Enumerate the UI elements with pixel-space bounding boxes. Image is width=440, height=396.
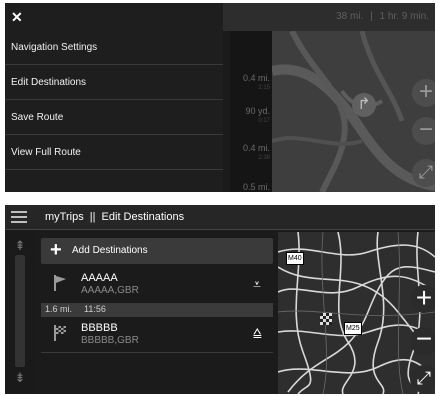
app-name: myTrips [45, 211, 84, 223]
route-menu-panel: ✕ Navigation Settings Edit Destinations … [5, 3, 223, 192]
eta-distance: 38 mi. [336, 11, 364, 22]
turn-distance: 0.4 mi. 2:15 [232, 73, 270, 93]
destination-subtitle: BBBBB,GBR [81, 335, 139, 346]
close-icon[interactable]: ✕ [11, 10, 25, 24]
eta-divider: | [370, 11, 373, 22]
menu-item-navigation-settings[interactable]: Navigation Settings [5, 31, 223, 65]
turn-distance-time: 0:17 [258, 118, 270, 124]
turn-distance-value: 0.5 mi. [242, 182, 270, 192]
plus-icon: + [50, 239, 62, 261]
turn-distance-value: 0.4 mi. [242, 143, 270, 153]
flag-icon [53, 275, 67, 296]
navigation-arrow-icon: ↱ [352, 93, 376, 117]
menu-item-save-route[interactable]: Save Route [5, 101, 223, 135]
zoom-out-button[interactable]: − [412, 117, 435, 145]
road-sign: M25 [344, 322, 362, 335]
leg-time: 11:56 [84, 304, 106, 314]
checkered-flag-icon [53, 325, 67, 346]
zoom-in-button[interactable]: + [412, 79, 435, 107]
destination-name: BBBBB [81, 322, 118, 334]
destination-subtitle: AAAAA,GBR [81, 285, 139, 296]
move-up-icon[interactable]: ⩠ [253, 325, 262, 339]
road-sign: M40 [286, 252, 304, 265]
divider [41, 352, 273, 353]
leg-distance: 1.6 mi. [45, 304, 73, 314]
destination-item[interactable]: AAAAA AAAAA,GBR ⩡ [41, 269, 273, 301]
turn-distance-value: 0.4 mi. [242, 73, 270, 83]
route-menu-screen: ✕ Navigation Settings Edit Destinations … [5, 3, 435, 192]
menu-item-view-full-route[interactable]: View Full Route [5, 136, 223, 170]
breadcrumb: myTrips || Edit Destinations [45, 211, 184, 223]
breadcrumb-divider: || [89, 211, 96, 223]
scrollbar[interactable] [15, 255, 25, 367]
turn-distance-time: 2:38 [258, 155, 270, 161]
destination-name: AAAAA [81, 272, 118, 284]
checkered-flag-icon [320, 312, 332, 330]
add-destinations-button[interactable]: + Add Destinations [41, 238, 273, 264]
turn-distance: 0.4 mi. 2:38 [232, 143, 270, 163]
turn-distance-list: 0.4 mi. 2:15 90 yd. 0:17 0.4 mi. 2:38 0.… [230, 31, 272, 192]
fullscreen-button[interactable]: ⤢ [410, 365, 435, 393]
destination-item[interactable]: BBBBB BBBBB,GBR ⩠ [41, 319, 273, 351]
menu-item-edit-destinations[interactable]: Edit Destinations [5, 66, 223, 100]
turn-distance-value: 90 yd. [245, 106, 270, 116]
scroll-sidebar: ⇞ ⇟ [5, 230, 35, 394]
eta-readout: 38 mi. | 1 hr. 9 min. [336, 11, 429, 22]
eta-bar: 38 mi. | 1 hr. 9 min. [223, 3, 435, 31]
turn-distance: 90 yd. 0:17 [232, 106, 270, 126]
turn-distance-time: 2:15 [258, 85, 270, 91]
add-destinations-label: Add Destinations [72, 245, 148, 256]
fullscreen-button[interactable]: ⤢ [412, 159, 435, 187]
zoom-in-button[interactable]: + [410, 284, 435, 313]
page-title: Edit Destinations [101, 211, 185, 223]
map-view[interactable]: M40 M25 + − ⤢ [277, 231, 435, 394]
scroll-down-icon[interactable]: ⇟ [12, 370, 28, 386]
turn-distance: 0.5 mi. [232, 182, 270, 192]
menu-icon[interactable] [11, 211, 27, 223]
edit-destinations-screen: myTrips || Edit Destinations ⇞ ⇟ + Add D… [5, 205, 435, 394]
zoom-out-button[interactable]: − [410, 325, 435, 355]
scroll-up-icon[interactable]: ⇞ [12, 238, 28, 254]
map-view[interactable]: ↱ + − ⤢ [270, 29, 435, 192]
eta-time: 1 hr. 9 min. [379, 11, 429, 22]
header-bar: myTrips || Edit Destinations [5, 205, 435, 230]
route-leg-info: 1.6 mi. 11:56 [41, 303, 273, 317]
move-down-icon[interactable]: ⩡ [253, 277, 261, 291]
